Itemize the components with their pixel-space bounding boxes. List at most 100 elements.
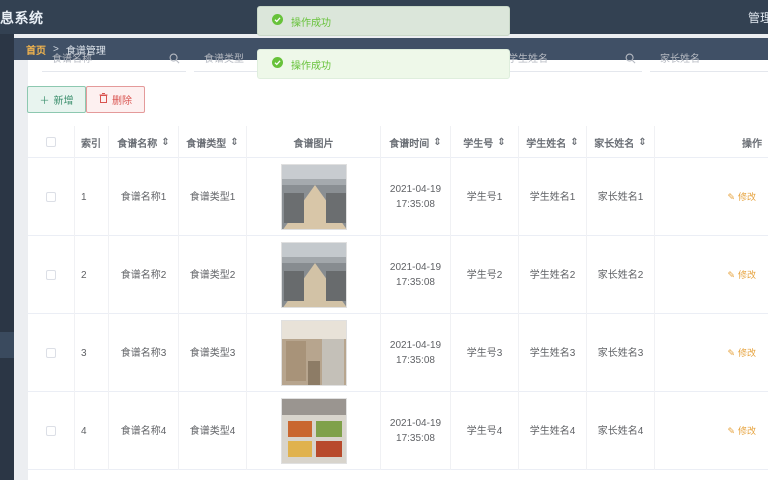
table-row: 1 食谱名称1 食谱类型1 2021-04-19 17:35:08 学生号1 学生… — [28, 158, 768, 236]
recipe-time-cell: 2021-04-19 17:35:08 — [380, 236, 450, 314]
row-index: 4 — [74, 392, 108, 470]
recipe-type-cell: 食谱类型2 — [178, 236, 246, 314]
recipe-name-input[interactable] — [42, 48, 186, 70]
check-circle-icon — [272, 57, 283, 71]
add-button[interactable]: ＋ 新增 — [27, 86, 86, 113]
recipe-name-cell: 食谱名称3 — [108, 314, 178, 392]
recipe-name-cell: 食谱名称1 — [108, 158, 178, 236]
header-student-no[interactable]: 学生号 ⇕ — [450, 126, 518, 158]
sidebar — [0, 34, 14, 480]
admin-menu[interactable]: 管理 — [748, 9, 768, 26]
recipe-type-cell: 食谱类型4 — [178, 392, 246, 470]
header-recipe-name[interactable]: 食谱名称 ⇕ — [108, 126, 178, 158]
add-button-label: 新增 — [53, 96, 74, 107]
trash-icon — [99, 93, 108, 106]
header-select-all[interactable] — [28, 126, 74, 158]
recipe-image-cell — [246, 314, 380, 392]
header-recipe-type[interactable]: 食谱类型 ⇕ — [178, 126, 246, 158]
row-index: 1 — [74, 158, 108, 236]
sidebar-active-item[interactable] — [0, 332, 14, 358]
row-checkbox[interactable] — [46, 348, 56, 358]
actions-cell: ✎ 修改 — [654, 158, 768, 236]
food-trays-photo[interactable] — [280, 398, 347, 464]
sort-icon[interactable]: ⇕ — [638, 137, 646, 148]
table-row: 4 食谱名称4 食谱类型4 2021-04-19 17:35:08 学生号4 学生… — [28, 392, 768, 470]
recipe-type-cell: 食谱类型3 — [178, 314, 246, 392]
search-icon[interactable] — [169, 53, 180, 67]
kitchen-photo[interactable] — [280, 320, 347, 386]
sort-icon[interactable]: ⇕ — [497, 137, 505, 148]
recipe-image-cell — [246, 236, 380, 314]
canteen-hall-photo[interactable] — [280, 164, 347, 230]
header-index: 索引 — [74, 126, 108, 158]
row-select[interactable] — [28, 314, 74, 392]
sort-icon[interactable]: ⇕ — [230, 137, 238, 148]
student-name-cell: 学生姓名2 — [518, 236, 586, 314]
header-recipe-time[interactable]: 食谱时间 ⇕ — [380, 126, 450, 158]
actions-cell: ✎ 修改 — [654, 392, 768, 470]
table-header: 索引 食谱名称 ⇕ 食谱类型 ⇕ 食谱图片 食谱时间 ⇕ 学生号 ⇕ 学生姓名 ⇕ 家长姓… — [28, 126, 768, 158]
parent-name-cell: 家长姓名4 — [586, 392, 654, 470]
header-recipe-image: 食谱图片 — [246, 126, 380, 158]
search-parent-name[interactable] — [650, 48, 768, 72]
student-name-cell: 学生姓名3 — [518, 314, 586, 392]
student-name-cell: 学生姓名1 — [518, 158, 586, 236]
header-student-name[interactable]: 学生姓名 ⇕ — [518, 126, 586, 158]
app-title: 息系统 — [0, 10, 44, 26]
row-checkbox[interactable] — [46, 270, 56, 280]
table-row: 2 食谱名称2 食谱类型2 2021-04-19 17:35:08 学生号2 学生… — [28, 236, 768, 314]
recipe-time-cell: 2021-04-19 17:35:08 — [380, 158, 450, 236]
edit-button[interactable]: ✎ 修改 — [727, 190, 756, 205]
toast-message: 操作成功 — [291, 17, 331, 29]
edit-icon: ✎ — [727, 347, 735, 358]
success-toast: 操作成功 — [257, 49, 510, 79]
row-index: 2 — [74, 236, 108, 314]
recipe-image-cell — [246, 158, 380, 236]
row-checkbox[interactable] — [46, 426, 56, 436]
student-no-cell: 学生号3 — [450, 314, 518, 392]
search-recipe-name[interactable] — [42, 48, 186, 72]
row-checkbox[interactable] — [46, 192, 56, 202]
row-select[interactable] — [28, 392, 74, 470]
select-all-checkbox[interactable] — [46, 137, 56, 147]
edit-button[interactable]: ✎ 修改 — [727, 346, 756, 361]
row-select[interactable] — [28, 158, 74, 236]
search-student-name[interactable] — [498, 48, 642, 72]
student-name-cell: 学生姓名4 — [518, 392, 586, 470]
student-no-cell: 学生号4 — [450, 392, 518, 470]
student-no-cell: 学生号2 — [450, 236, 518, 314]
plus-icon: ＋ — [39, 96, 50, 107]
recipe-time-cell: 2021-04-19 17:35:08 — [380, 392, 450, 470]
delete-button[interactable]: 删除 — [86, 86, 145, 113]
recipe-type-cell: 食谱类型1 — [178, 158, 246, 236]
header-actions: 操作 — [654, 126, 768, 158]
actions-cell: ✎ 修改 — [654, 236, 768, 314]
recipe-name-cell: 食谱名称2 — [108, 236, 178, 314]
row-select[interactable] — [28, 236, 74, 314]
edit-button[interactable]: ✎ 修改 — [727, 268, 756, 283]
edit-icon: ✎ — [727, 191, 735, 202]
parent-name-input[interactable] — [650, 48, 768, 70]
search-icon[interactable] — [625, 53, 636, 67]
recipe-time-cell: 2021-04-19 17:35:08 — [380, 314, 450, 392]
header-parent-name[interactable]: 家长姓名 ⇕ — [586, 126, 654, 158]
success-toast: 操作成功 — [257, 6, 510, 36]
sort-icon[interactable]: ⇕ — [161, 137, 169, 148]
student-name-input[interactable] — [498, 48, 642, 70]
recipe-name-cell: 食谱名称4 — [108, 392, 178, 470]
recipe-image-cell — [246, 392, 380, 470]
sort-icon[interactable]: ⇕ — [570, 137, 578, 148]
edit-icon: ✎ — [727, 269, 735, 280]
edit-button[interactable]: ✎ 修改 — [727, 424, 756, 439]
check-circle-icon — [272, 14, 283, 28]
delete-button-label: 删除 — [112, 96, 132, 107]
table-row: 3 食谱名称3 食谱类型3 2021-04-19 17:35:08 学生号3 学生… — [28, 314, 768, 392]
toast-message: 操作成功 — [291, 60, 331, 72]
parent-name-cell: 家长姓名2 — [586, 236, 654, 314]
canteen-hall-photo[interactable] — [280, 242, 347, 308]
student-no-cell: 学生号1 — [450, 158, 518, 236]
actions-cell: ✎ 修改 — [654, 314, 768, 392]
row-index: 3 — [74, 314, 108, 392]
sort-icon[interactable]: ⇕ — [433, 137, 441, 148]
edit-icon: ✎ — [727, 425, 735, 436]
